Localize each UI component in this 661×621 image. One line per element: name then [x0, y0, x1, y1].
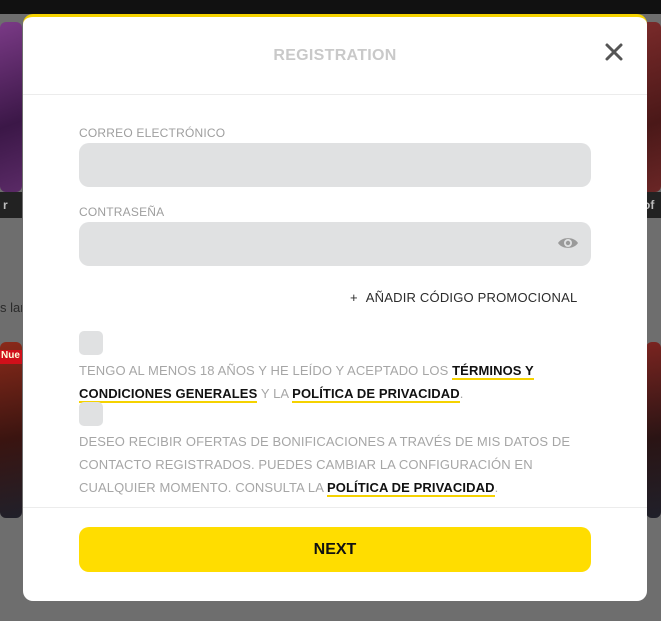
game-tile-right-bottom	[646, 342, 661, 518]
modal-title: REGISTRATION	[273, 47, 397, 64]
email-field[interactable]	[79, 143, 591, 187]
close-button[interactable]	[603, 41, 625, 63]
offers-checkbox[interactable]	[79, 402, 103, 426]
email-label: CORREO ELECTRÓNICO	[79, 126, 226, 140]
privacy-policy-link-2[interactable]: POLÍTICA DE PRIVACIDAD	[326, 480, 495, 497]
consent-terms-text-1: TENGO AL MENOS 18 AÑOS Y HE LEÍDO Y ACEP…	[79, 363, 453, 378]
registration-modal: REGISTRATION CORREO ELECTRÓNICO CONTRASE…	[23, 14, 647, 601]
consent-offers-text-2: .	[494, 480, 499, 495]
age-terms-consent-text: TENGO AL MENOS 18 AÑOS Y HE LEÍDO Y ACEP…	[79, 359, 599, 405]
add-promo-code-link[interactable]: + AÑADIR CÓDIGO PROMOCIONAL	[350, 290, 577, 305]
close-icon	[605, 43, 623, 61]
eye-icon	[558, 238, 578, 248]
password-visibility-toggle[interactable]	[557, 235, 579, 251]
new-badge: Nue	[0, 350, 22, 364]
next-button[interactable]: NEXT	[79, 527, 591, 572]
background-topbar	[0, 0, 661, 14]
offers-consent-text: DESEO RECIBIR OFERTAS DE BONIFICACIONES …	[79, 430, 599, 499]
background-section-text: s lar	[0, 300, 22, 315]
privacy-policy-link[interactable]: POLÍTICA DE PRIVACIDAD	[292, 386, 460, 403]
promo-link-label: AÑADIR CÓDIGO PROMOCIONAL	[365, 290, 578, 305]
age-terms-checkbox[interactable]	[79, 331, 103, 355]
game-caption-left: r Ru	[0, 192, 22, 218]
game-tile-left-bottom	[0, 342, 22, 518]
consent-terms-text-3: .	[459, 386, 464, 401]
modal-header: REGISTRATION	[23, 17, 647, 95]
modal-footer: NEXT	[23, 507, 647, 601]
modal-body: CORREO ELECTRÓNICO CONTRASEÑA + AÑADIR CÓ…	[23, 95, 647, 507]
consent-terms-text-2: Y LA	[257, 386, 293, 401]
password-field[interactable]	[79, 222, 591, 266]
game-tile-left-top	[0, 22, 22, 192]
plus-icon: +	[350, 290, 358, 305]
password-label: CONTRASEÑA	[79, 205, 165, 219]
